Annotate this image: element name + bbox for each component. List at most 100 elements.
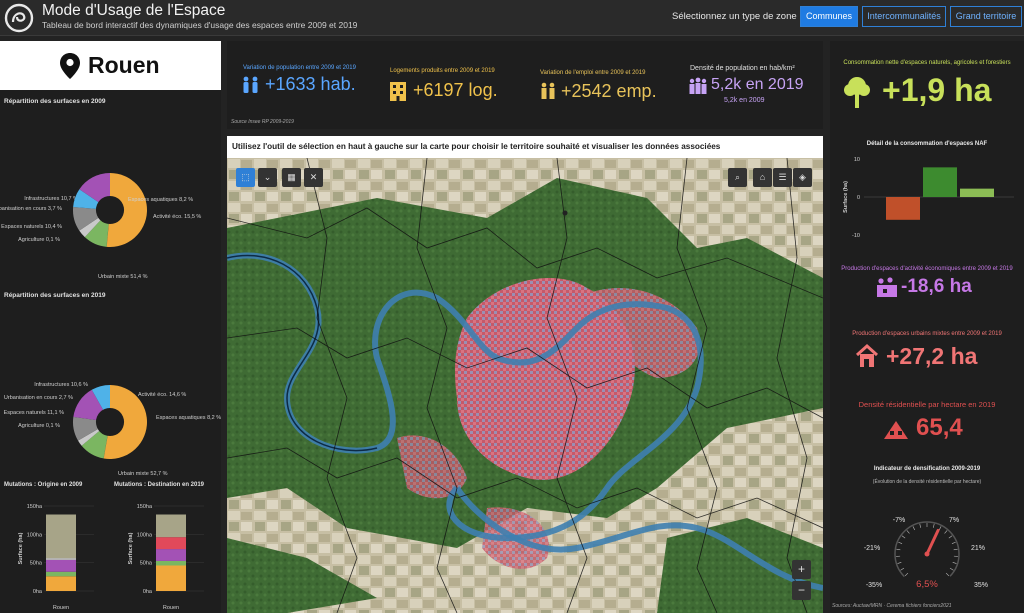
urb-caption: Production d'espaces urbains mixtes entr… <box>852 331 1002 337</box>
y-tick-label: 150ha <box>137 504 153 510</box>
bar-segment[interactable] <box>156 549 186 561</box>
mutations-destination-chart: 0ha 50ha 100ha 150ha Surface (ha) Rouen <box>128 504 204 611</box>
y-tick-label: 0ha <box>33 589 43 595</box>
gauge-tick <box>898 541 903 544</box>
zoom-out-button[interactable]: − <box>792 581 811 600</box>
zone-button-intercommunalites[interactable]: Intercommunalités <box>862 6 946 27</box>
tree-icon <box>844 77 870 108</box>
gauge-tick-label: 35% <box>974 582 988 589</box>
gauge-hub <box>924 551 930 557</box>
bar-segment[interactable] <box>46 514 76 559</box>
layers-icon[interactable]: ◈ <box>793 168 812 187</box>
gauge-tick <box>906 530 910 534</box>
zoom-in-button[interactable]: + <box>792 560 811 579</box>
map-caption: Utilisez l'outil de sélection en haut à … <box>232 142 721 151</box>
factory-icon <box>877 277 897 297</box>
pie-slice-label: Agriculture 0,1 % <box>18 423 60 429</box>
x-category-label: Rouen <box>53 605 69 611</box>
naf-bar[interactable] <box>886 197 920 220</box>
gauge-tick <box>948 535 953 539</box>
y-axis-label: Surface (ha) <box>18 532 24 564</box>
pie-slice-label: Espaces aquatiques 8,2 % <box>128 197 193 203</box>
pie-slice-label: Urbain mixte 51,4 % <box>98 274 148 280</box>
pie-slice-label: Activité éco. 15,5 % <box>153 214 201 220</box>
gauge-tick <box>938 526 942 531</box>
bar-segment[interactable] <box>46 558 76 560</box>
gauge-tick <box>901 535 906 539</box>
pie-slice-label: Urbain mixte 52,7 % <box>118 471 168 477</box>
gauge-title: Indicateur de densification 2009-2019 <box>873 466 981 472</box>
naf-bar[interactable] <box>923 167 957 197</box>
pie-slice-label: Agriculture 0,1 % <box>18 237 60 243</box>
bar-segment[interactable] <box>156 537 186 550</box>
zone-button-grand-territoire[interactable]: Grand territoire <box>950 6 1022 27</box>
city-header: Rouen <box>0 41 221 90</box>
y-tick-label: 10 <box>854 157 860 163</box>
sources-note: Sources: Auctaw/MRN · Cerema fichiers fo… <box>832 603 952 609</box>
workers-icon <box>541 82 555 99</box>
gauge-tick <box>944 530 948 534</box>
map-canvas[interactable]: ⬚ ⌄ ▦ ✕ ⌕ ⌂ ☰ ◈ + − <box>227 158 823 613</box>
search-icon[interactable]: ⌕ <box>728 168 747 187</box>
densification-gauge: -35% -21% -7% 7% 21% 35% 6,5% <box>864 517 988 590</box>
box-select-icon[interactable]: ▦ <box>282 168 301 187</box>
pie-slice-label: Espaces naturels 11,1 % <box>4 410 65 416</box>
people-icon <box>243 76 258 93</box>
legend-icon[interactable]: ☰ <box>773 168 792 187</box>
kpi-source: Source Insee RP 2009-2019 <box>231 119 294 125</box>
gauge-value-label: 6,5% <box>916 579 938 590</box>
gauge-tick <box>896 548 901 551</box>
home-icon[interactable]: ⌂ <box>753 168 772 187</box>
app-title: Mode d'Usage de l'Espace <box>42 2 226 19</box>
pie-slice-label: Urbanisation en cours 2,7 % <box>4 395 73 401</box>
houses-icon <box>884 421 908 439</box>
map-panel: Utilisez l'outil de sélection en haut à … <box>227 136 823 613</box>
kpi-bar: Variation de population entre 2009 et 20… <box>227 41 823 129</box>
bar-segment[interactable] <box>46 559 76 572</box>
x-category-label: Rouen <box>163 605 179 611</box>
naf-bar[interactable] <box>960 188 994 197</box>
bar-segment[interactable] <box>46 571 76 577</box>
naf-detail-chart: -10 0 10 Surface (ha) <box>843 157 1014 239</box>
kpi-densite-caption: Densité de population en hab/km² <box>690 65 795 72</box>
gauge-tick-label: -35% <box>866 582 882 589</box>
kpi-logements-value: +6197 log. <box>413 80 498 100</box>
bar-segment[interactable] <box>156 565 186 592</box>
y-tick-label: 100ha <box>27 532 43 538</box>
gauge-tick-label: 21% <box>971 545 985 552</box>
left-panel: Rouen Répartition des surfaces en 2009 U… <box>0 41 221 613</box>
pie-slice-label: Infrastructures 10,7 % <box>24 196 78 202</box>
kpi-densite-sub: 5,2k en 2009 <box>724 97 765 104</box>
close-icon[interactable]: ✕ <box>304 168 323 187</box>
app-subtitle: Tableau de bord interactif des dynamique… <box>42 20 358 30</box>
y-axis-label: Surface (ha) <box>128 532 134 564</box>
bar-segment[interactable] <box>156 560 186 566</box>
zone-button-communes[interactable]: Communes <box>800 6 858 27</box>
dens-value: 65,4 <box>916 414 963 441</box>
group-icon <box>689 77 707 94</box>
y-tick-label: 0ha <box>143 589 153 595</box>
pie-slice-label: Espaces naturels 10,4 % <box>1 224 62 230</box>
y-axis-label: Surface (ha) <box>843 181 849 213</box>
gauge-tick <box>953 548 958 551</box>
gauge-tick <box>952 562 957 564</box>
chevron-down-icon[interactable]: ⌄ <box>258 168 277 187</box>
house-icon <box>855 343 879 367</box>
gauge-subtitle: (Évolution de la densité résidentielle p… <box>872 479 982 485</box>
y-tick-label: 0 <box>857 195 860 201</box>
bar-segment[interactable] <box>156 514 186 538</box>
kpi-logements-caption: Logements produits entre 2009 et 2019 <box>390 68 495 74</box>
kpi-population-value: +1633 hab. <box>265 74 356 94</box>
select-tool-icon[interactable]: ⬚ <box>236 168 255 187</box>
y-tick-label: 100ha <box>137 532 153 538</box>
gauge-tick <box>912 526 916 531</box>
app-logo-icon <box>4 3 34 33</box>
naf-value: +1,9 ha <box>882 72 992 108</box>
gauge-tick-label: -7% <box>893 517 905 524</box>
bar-segment[interactable] <box>46 576 76 591</box>
app-header: Mode d'Usage de l'Espace Tableau de bord… <box>0 0 1024 36</box>
y-tick-label: 50ha <box>140 561 153 567</box>
gauge-tick <box>904 572 909 577</box>
pie-slice-label: Espaces aquatiques 8,2 % <box>156 415 221 421</box>
kpi-emploi-caption: Variation de l'emploi entre 2009 et 2019 <box>540 70 646 76</box>
